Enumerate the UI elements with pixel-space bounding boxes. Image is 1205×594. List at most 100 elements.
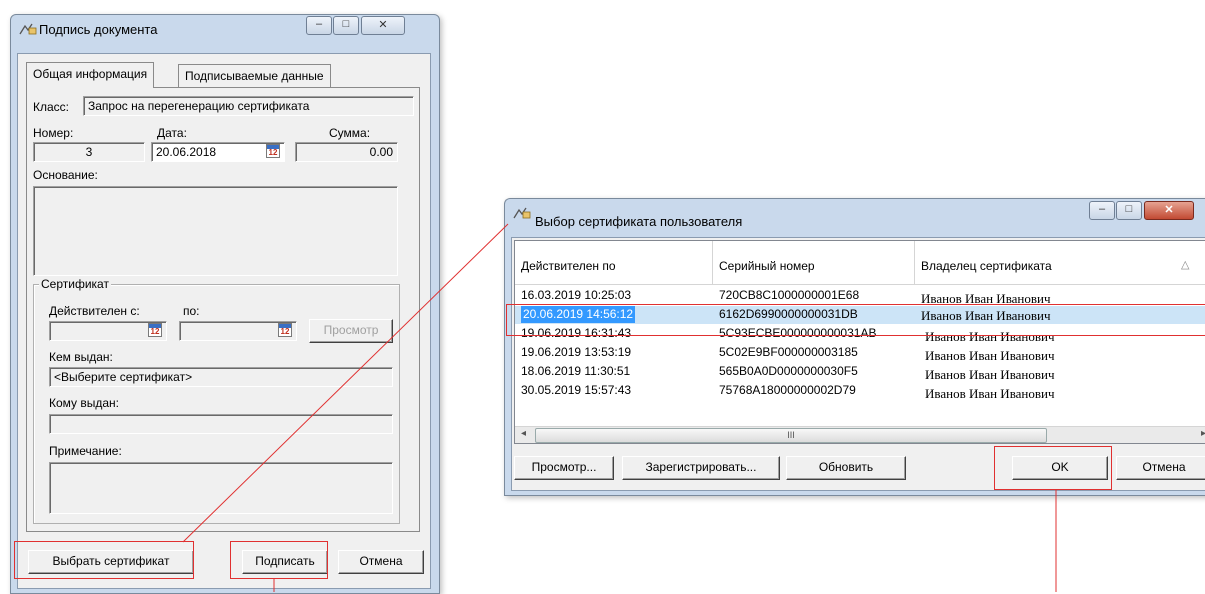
valid-from-field: 12 — [49, 321, 167, 341]
calendar-icon: 12 — [278, 323, 292, 337]
issued-by-label: Кем выдан: — [49, 350, 113, 364]
horizontal-scrollbar[interactable]: ◂ III ▸ — [515, 426, 1205, 443]
number-label: Номер: — [33, 126, 74, 140]
basis-field[interactable] — [33, 186, 398, 276]
refresh-button[interactable]: Обновить — [786, 456, 906, 480]
minimize-button[interactable]: – — [1089, 201, 1115, 220]
issued-by-field: <Выберите сертификат> — [49, 367, 393, 387]
table-row[interactable]: 16.03.2019 10:25:03 720CB8C1000000001E68 И… — [515, 287, 1205, 306]
tab-signed-data[interactable]: Подписываемые данные — [178, 64, 331, 88]
close-icon: ✕ — [378, 19, 388, 31]
certificate-group-title: Сертификат — [39, 277, 111, 291]
sum-value: 0.00 — [369, 145, 393, 159]
column-header-label: Действителен по — [521, 259, 616, 273]
number-field: 3 — [33, 142, 145, 162]
cell-owner: Иванов Иван Иванович — [921, 291, 1051, 306]
tab-label: Подписываемые данные — [185, 69, 324, 83]
table-row[interactable]: 19.06.2019 16:31:43 5C93ECBE000000000031A… — [515, 325, 1205, 344]
maximize-button[interactable]: □ — [333, 16, 359, 35]
note-label: Примечание: — [49, 444, 122, 458]
tab-general-info[interactable]: Общая информация — [26, 62, 155, 88]
certificate-list[interactable]: Действителен по Серийный номер Владелец … — [514, 240, 1205, 444]
calendar-icon[interactable]: 12 — [266, 144, 280, 158]
cell-valid-to: 18.06.2019 11:30:51 — [521, 364, 631, 378]
maximize-icon: □ — [342, 18, 350, 30]
window-title: Выбор сертификата пользователя — [535, 214, 743, 229]
cell-owner: Иванов Иван Иванович — [921, 308, 1051, 323]
maximize-icon: □ — [1125, 203, 1133, 215]
table-row[interactable]: 20.06.2019 14:56:12 6162D6990000000031DB И… — [515, 306, 1205, 324]
cell-valid-to: 19.06.2019 16:31:43 — [521, 326, 632, 340]
title-bar[interactable]: Выбор сертификата пользователя – □ ✕ — [505, 199, 1205, 229]
sum-label: Сумма: — [329, 126, 371, 140]
cell-owner: Иванов Иван Иванович — [925, 386, 1055, 401]
basis-label: Основание: — [33, 168, 98, 182]
date-label: Дата: — [157, 126, 187, 140]
minimize-icon: – — [1098, 203, 1106, 215]
cell-serial: 5C02E9BF000000003185 — [719, 345, 858, 359]
valid-to-label: по: — [183, 304, 200, 318]
table-row[interactable]: 30.05.2019 15:57:43 75768A18000000002D79 И… — [515, 382, 1205, 401]
cell-valid-to: 19.06.2019 13:53:19 — [521, 345, 632, 359]
minimize-button[interactable]: – — [306, 16, 332, 35]
column-header-serial[interactable]: Серийный номер — [713, 241, 915, 285]
cancel-button[interactable]: Отмена — [1116, 456, 1205, 480]
cell-serial: 565B0A0D0000000030F5 — [719, 364, 858, 378]
signature-icon — [19, 23, 37, 35]
cell-serial: 720CB8C1000000001E68 — [719, 288, 860, 302]
cell-valid-to: 20.06.2019 14:56:12 — [521, 306, 636, 323]
ok-button[interactable]: OK — [1012, 456, 1108, 480]
scroll-right-icon[interactable]: ▸ — [1201, 428, 1205, 439]
select-certificate-button[interactable]: Выбрать сертификат — [28, 550, 194, 574]
register-button[interactable]: Зарегистрировать... — [622, 456, 780, 480]
scroll-left-icon[interactable]: ◂ — [521, 428, 526, 439]
tab-panel: Класс: Запрос на перегенерацию сертифика… — [26, 87, 420, 532]
cell-valid-to: 30.05.2019 15:57:43 — [521, 383, 632, 397]
sum-field: 0.00 — [295, 142, 398, 162]
class-field: Запрос на перегенерацию сертификата — [83, 96, 414, 116]
issued-to-label: Кому выдан: — [49, 396, 120, 410]
cell-serial: 6162D6990000000031DB — [719, 307, 858, 321]
close-button[interactable]: ✕ — [1144, 201, 1194, 220]
sign-document-window: Подпись документа – □ ✕ Общая информация… — [10, 14, 440, 594]
title-bar[interactable]: Подпись документа – □ ✕ — [11, 15, 439, 45]
table-row[interactable]: 18.06.2019 11:30:51 565B0A0D0000000030F5 И… — [515, 363, 1205, 382]
number-value: 3 — [85, 145, 93, 159]
table-row[interactable]: 19.06.2019 13:53:19 5C02E9BF000000003185 И… — [515, 344, 1205, 363]
dialog-body: Общая информация Подписываемые данные Кл… — [17, 53, 431, 589]
close-button[interactable]: ✕ — [361, 16, 405, 35]
cell-owner: Иванов Иван Иванович — [925, 348, 1055, 363]
certificate-select-window: Выбор сертификата пользователя – □ ✕ Дей… — [504, 198, 1205, 496]
calendar-icon: 12 — [148, 323, 162, 337]
view-button[interactable]: Просмотр... — [514, 456, 614, 480]
class-label: Класс: — [33, 100, 69, 114]
calendar-day-glyph: 12 — [150, 327, 160, 336]
close-icon: ✕ — [1164, 204, 1174, 216]
tab-label: Общая информация — [33, 67, 148, 81]
view-certificate-button[interactable]: Просмотр — [309, 319, 393, 343]
cell-owner: Иванов Иван Иванович — [925, 367, 1055, 382]
cancel-button[interactable]: Отмена — [338, 550, 424, 574]
cell-serial: 5C93ECBE000000000031AB — [719, 326, 877, 340]
cell-owner: Иванов Иван Иванович — [925, 329, 1055, 344]
column-header-valid-to[interactable]: Действителен по — [515, 241, 713, 285]
cell-serial: 75768A18000000002D79 — [719, 383, 856, 397]
column-header-label: Серийный номер — [719, 259, 815, 273]
minimize-icon: – — [315, 18, 323, 30]
valid-from-label: Действителен с: — [49, 304, 140, 318]
dialog-body: Действителен по Серийный номер Владелец … — [511, 237, 1205, 491]
sign-button[interactable]: Подписать — [242, 550, 328, 574]
calendar-day-glyph: 12 — [268, 148, 278, 157]
issued-to-field — [49, 414, 393, 434]
signature-icon — [513, 207, 531, 219]
calendar-day-glyph: 12 — [280, 327, 290, 336]
column-header-owner[interactable]: Владелец сертификата △ — [915, 241, 1205, 285]
valid-to-field: 12 — [179, 321, 297, 341]
date-field[interactable]: 20.06.2018 12 — [151, 142, 285, 162]
window-title: Подпись документа — [39, 22, 158, 37]
maximize-button[interactable]: □ — [1116, 201, 1142, 220]
column-header-label: Владелец сертификата — [921, 259, 1052, 273]
sort-ascending-icon: △ — [1181, 259, 1190, 271]
scrollbar-thumb[interactable]: III — [535, 428, 1047, 443]
note-field — [49, 462, 393, 514]
